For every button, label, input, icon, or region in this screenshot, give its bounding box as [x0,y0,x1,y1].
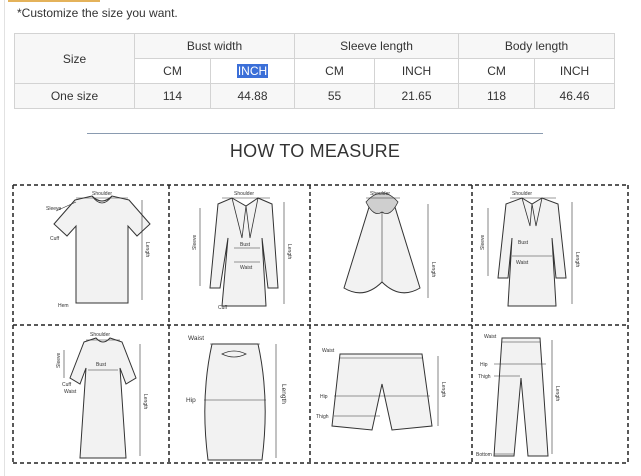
shorts-figure: Waist Hip Thigh Length [316,348,446,431]
label: Waist [64,389,77,395]
pants-figure: Waist Hip Thigh Bottom Length [476,334,560,458]
value-cell: 55 [294,83,376,109]
label: Cuff [50,236,60,242]
value-cell: 114 [134,83,211,109]
dress-figure: Shoulder Sleeve Bust Cuff Waist Length [56,332,148,459]
label: Sleeve [480,234,486,250]
value-cell: 46.46 [534,83,616,109]
label: Cuff [218,305,228,311]
size-header-cell: Size [14,33,135,84]
blazer-figure: Shoulder Sleeve Bust Waist Cuff Length [192,191,292,311]
label: Sleeve [192,234,198,250]
unit-cell: CM [134,58,211,84]
label: Thigh [478,374,491,380]
selected-text: INCH [236,64,269,78]
unit-cell: CM [458,58,536,84]
unit-cell: INCH [534,58,616,84]
label: Length [286,244,292,260]
label: Sleeve [46,206,62,212]
skirt-figure: Waist Hip Length [186,335,287,461]
cape-figure: Shoulder Length [343,191,436,298]
label: Waist [322,348,335,354]
label: Shoulder [512,191,532,197]
table-header-row: Size Bust width Sleeve length Body lengt… [14,33,616,84]
label: Bottom [476,452,492,458]
label: Length [430,262,436,278]
label: Hip [480,362,488,368]
label: Bust [518,240,529,246]
label: Length [142,394,148,410]
table-row: One size 114 44.88 55 21.65 118 46.46 [14,83,616,109]
value-cell: 21.65 [374,83,460,109]
bust-width-header: Bust width [133,33,296,59]
label: Length [440,382,446,398]
unit-cell: CM [294,58,376,84]
label: Shoulder [234,191,254,197]
value-cell: 44.88 [209,83,296,109]
accent-line [8,0,100,2]
section-divider [87,133,543,134]
label: Cuff [62,382,72,388]
row-label-cell: One size [14,83,135,109]
how-to-measure-title: HOW TO MEASURE [229,141,401,161]
label: Hip [186,397,196,404]
coat-figure: Shoulder Sleeve Bust Waist Length [480,191,580,307]
label: Shoulder [90,332,110,338]
label: Thigh [316,414,329,420]
label: Hem [58,303,69,309]
label: Length [554,386,560,402]
label: Length [574,252,580,268]
label: Length [144,242,150,258]
body-length-header: Body length [458,33,616,59]
label: Waist [516,260,529,266]
measurement-diagram: Shoulder Sleeve Cuff Hem Length Shoulder… [12,184,629,464]
label: Hip [320,394,328,400]
label: Shoulder [92,191,112,197]
customize-note: *Customize the size you want. [17,6,178,20]
tshirt-figure: Shoulder Sleeve Cuff Hem Length [46,191,151,309]
label: Waist [484,334,497,340]
label: Waist [188,335,204,342]
label: Waist [240,265,253,271]
sleeve-length-header: Sleeve length [294,33,460,59]
label: Shoulder [370,191,390,197]
label: Bust [240,242,251,248]
unit-cell-selected: INCH [209,58,296,84]
label: Sleeve [56,352,62,368]
value-cell: 118 [458,83,536,109]
label: Bust [96,362,107,368]
label: Length [280,384,287,404]
unit-cell: INCH [374,58,460,84]
size-table: Size Bust width Sleeve length Body lengt… [14,33,616,109]
